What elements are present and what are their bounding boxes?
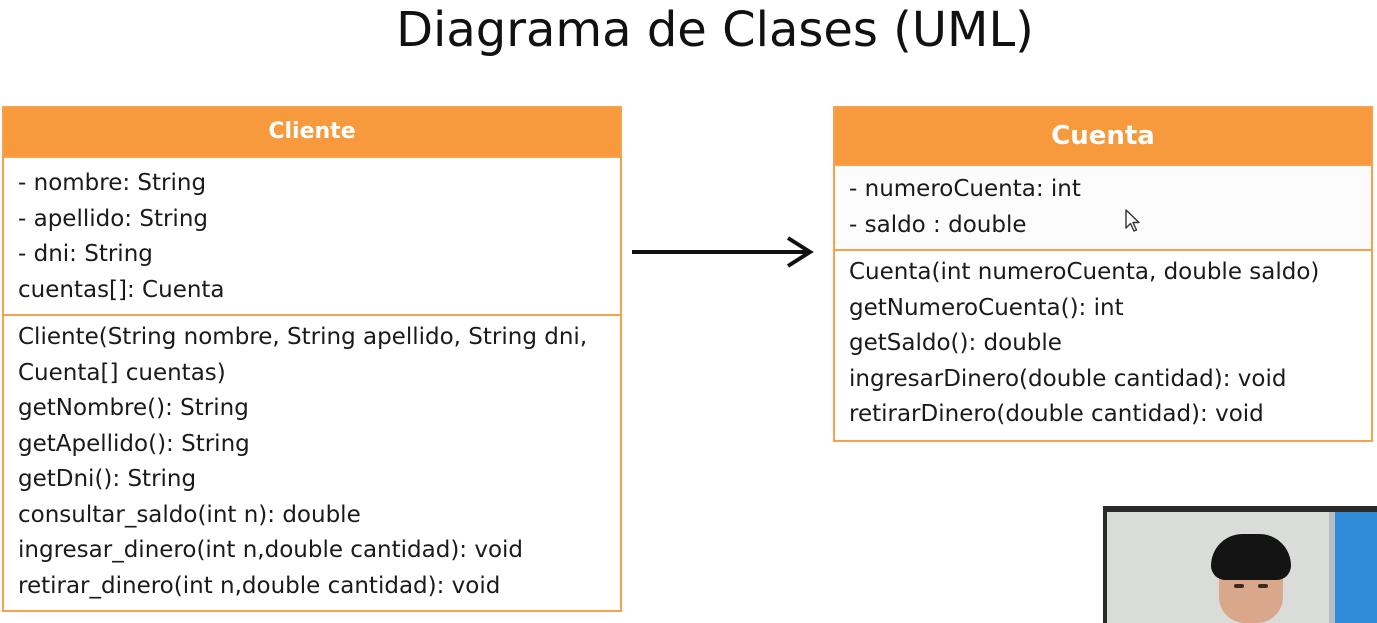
association-arrow-icon bbox=[632, 236, 814, 268]
operation: getSaldo(): double bbox=[849, 330, 1062, 356]
class-box-cuenta: Cuenta - numeroCuenta: int - saldo : dou… bbox=[833, 106, 1373, 442]
window-glass bbox=[1335, 512, 1377, 623]
operations-section-cliente: Cliente(String nombre, String apellido, … bbox=[4, 314, 620, 604]
operation: getDni(): String bbox=[18, 466, 197, 492]
attribute: - saldo : double bbox=[849, 211, 1027, 238]
attributes-section-cliente: - nombre: String - apellido: String - dn… bbox=[4, 158, 620, 314]
attribute: cuentas[]: Cuenta bbox=[18, 276, 225, 303]
operations-section-cuenta: Cuenta(int numeroCuenta, double saldo) g… bbox=[835, 249, 1371, 433]
attributes-section-cuenta: - numeroCuenta: int - saldo : double bbox=[835, 166, 1371, 249]
presenter-eye bbox=[1234, 584, 1244, 588]
mouse-cursor-icon bbox=[1125, 209, 1140, 232]
attribute: - apellido: String bbox=[18, 205, 208, 232]
presenter-hair bbox=[1211, 534, 1291, 580]
class-box-cliente: Cliente - nombre: String - apellido: Str… bbox=[2, 106, 622, 612]
attribute: - numeroCuenta: int bbox=[849, 176, 1081, 202]
operation: consultar_saldo(int n): double bbox=[18, 501, 361, 528]
operation: Cuenta(int numeroCuenta, double saldo) bbox=[849, 259, 1320, 285]
operation: ingresar_dinero(int n,double cantidad): … bbox=[18, 537, 524, 563]
presenter-eye bbox=[1258, 584, 1268, 588]
operation: Cuenta[] cuentas) bbox=[18, 359, 226, 386]
operation: getNumeroCuenta(): int bbox=[849, 294, 1124, 321]
attribute: - nombre: String bbox=[18, 170, 207, 196]
page-title: Diagrama de Clases (UML) bbox=[396, 2, 1034, 58]
operation: retirarDinero(double cantidad): void bbox=[849, 401, 1264, 427]
operation: getApellido(): String bbox=[18, 430, 250, 457]
class-name-cliente: Cliente bbox=[4, 108, 620, 158]
attribute: - dni: String bbox=[18, 241, 153, 267]
class-name-cuenta: Cuenta bbox=[835, 108, 1371, 166]
webcam-overlay bbox=[1103, 506, 1377, 623]
operation: getNombre(): String bbox=[18, 395, 249, 421]
operation: ingresarDinero(double cantidad): void bbox=[849, 365, 1287, 392]
operation: Cliente(String nombre, String apellido, … bbox=[18, 324, 588, 350]
operation: retirar_dinero(int n,double cantidad): v… bbox=[18, 572, 501, 599]
